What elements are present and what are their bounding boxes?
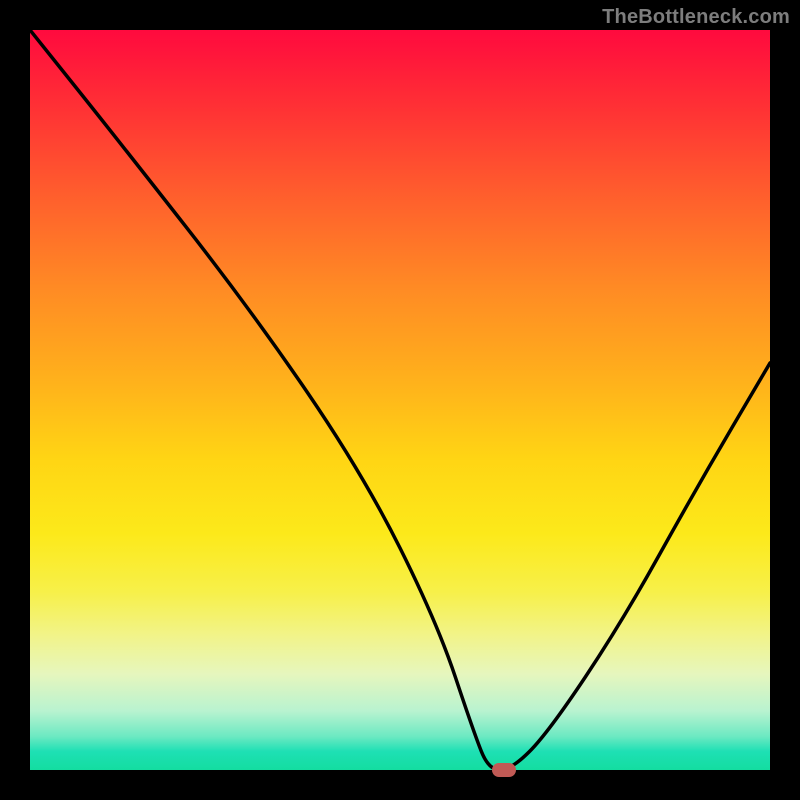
bottleneck-curve: [30, 30, 770, 770]
chart-container: TheBottleneck.com: [0, 0, 800, 800]
watermark-text: TheBottleneck.com: [602, 6, 790, 29]
optimal-marker: [492, 763, 516, 777]
plot-area: [30, 30, 770, 770]
